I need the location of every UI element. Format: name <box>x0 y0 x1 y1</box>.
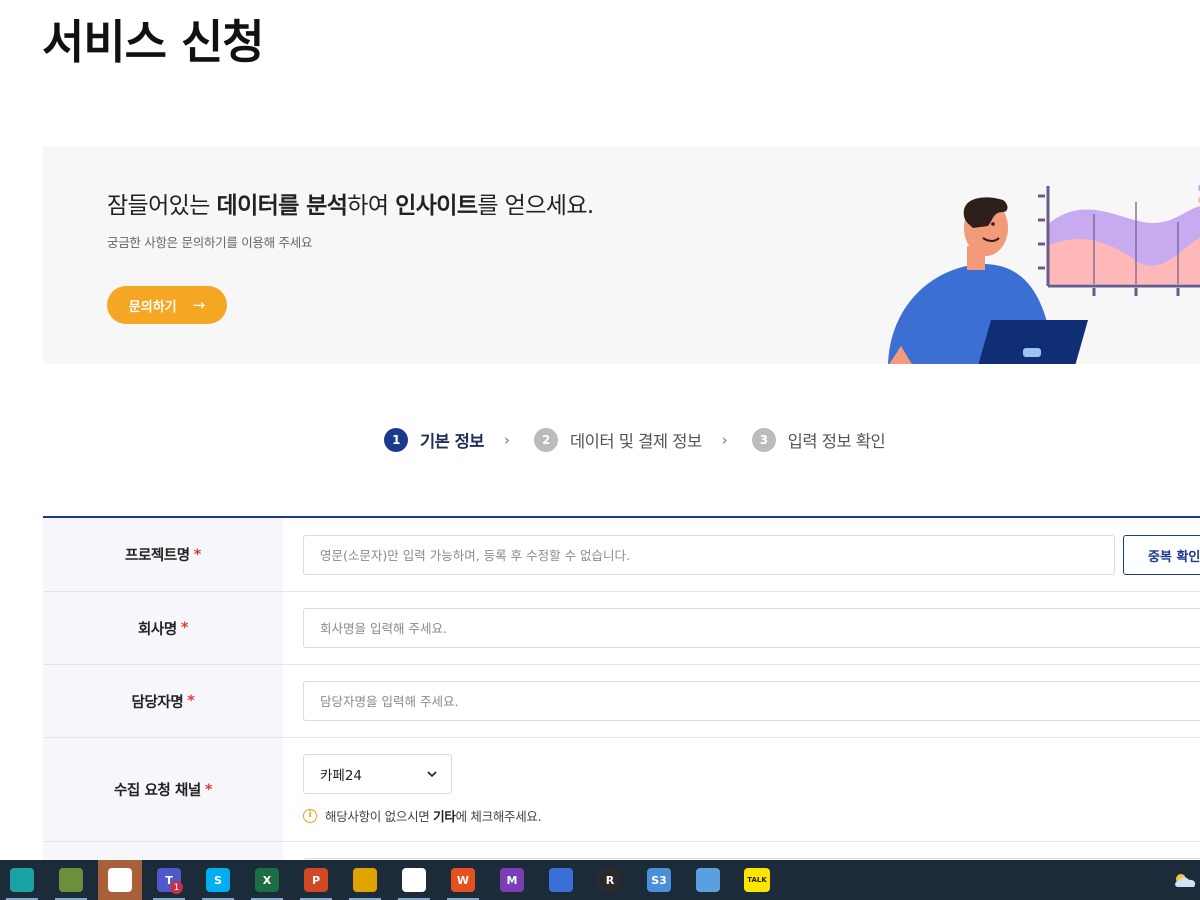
company-name-label: 회사명 <box>137 621 177 638</box>
chart-app-icon <box>353 868 377 892</box>
s3-app-taskbar-button[interactable]: S3 <box>637 860 681 900</box>
form-row-manager: 담당자명 * <box>43 665 1200 738</box>
headline-part: 잠들어있는 <box>107 193 217 219</box>
project-name-input[interactable] <box>303 535 1115 575</box>
required-mark: * <box>193 546 202 563</box>
field-label <box>43 842 283 860</box>
banner-headline: 잠들어있는 데이터를 분석하여 인사이트를 얻으세요. <box>107 186 594 220</box>
s3-app-icon: S3 <box>647 868 671 892</box>
weather-icon[interactable] <box>1170 860 1200 900</box>
headline-part: 를 얻으세요. <box>477 193 594 219</box>
wave-chart-graphic <box>1038 184 1200 296</box>
required-mark: * <box>204 781 213 798</box>
kakaotalk-app-taskbar-button[interactable]: TALK <box>735 860 779 900</box>
edge-app-taskbar-button[interactable] <box>0 860 44 900</box>
step-basic-info: 1 기본 정보 <box>384 428 484 452</box>
application-form: 프로젝트명* 중복 확인 회사명* 담당자명* <box>43 516 1200 860</box>
step-number: 2 <box>533 428 558 452</box>
field-label: 프로젝트명 * <box>43 518 283 591</box>
banner-subtitle: 궁금한 사항은 문의하기를 이용해 주세요 <box>107 235 313 250</box>
step-number: 1 <box>384 428 408 452</box>
slack-app-icon <box>108 868 132 892</box>
manager-name-label: 담당자명 <box>131 694 184 711</box>
page-title: 서비스 신청 <box>42 15 265 69</box>
m-app-taskbar-button[interactable]: M <box>490 860 534 900</box>
step-label: 기본 정보 <box>420 432 484 451</box>
form-row-next <box>43 842 1200 860</box>
promo-banner: 잠들어있는 데이터를 분석하여 인사이트를 얻으세요. 궁금한 사항은 문의하기… <box>43 146 1200 364</box>
form-row-project: 프로젝트명* 중복 확인 <box>43 518 1200 592</box>
duplicate-check-button[interactable]: 중복 확인 <box>1123 535 1200 575</box>
progress-steps: 1 기본 정보 › 2 데이터 및 결제 정보 › 3 입력 정보 확인 <box>384 426 886 454</box>
excel-app-icon: X <box>255 868 279 892</box>
paint-app-icon <box>402 868 426 892</box>
form-row-company: 회사명 * <box>43 592 1200 665</box>
channel-label: 수집 요청 채널 <box>113 783 201 799</box>
paint-app-taskbar-button[interactable] <box>392 860 436 900</box>
hint-text: 해당사항이 없으시면 기타에 체크해주세요. <box>325 806 542 825</box>
step-number: 3 <box>751 428 776 452</box>
field-body <box>283 665 1200 737</box>
powerpoint-app-icon: P <box>304 868 328 892</box>
network-app-icon <box>549 868 573 892</box>
arrow-right-icon: → <box>192 296 206 314</box>
powerpoint-app-taskbar-button[interactable]: P <box>294 860 338 900</box>
headline-bold-part: 데이터를 분석 <box>216 193 348 219</box>
chevron-right-icon: › <box>721 431 728 449</box>
taskbar: T 1 S X P W M R S3 TALK <box>0 860 1200 900</box>
hint-text-bold: 기타 <box>433 809 456 824</box>
teams-app-taskbar-button[interactable]: T1 <box>147 860 191 900</box>
chevron-down-icon <box>427 771 437 777</box>
company-name-input[interactable] <box>303 608 1200 648</box>
step-data-payment: 2 데이터 및 결제 정보 <box>533 428 702 452</box>
chart-app-taskbar-button[interactable] <box>343 860 387 900</box>
field-label: 수집 요청 채널 * <box>43 738 283 841</box>
edge-app-icon <box>10 868 34 892</box>
field-body: 중복 확인 <box>283 518 1200 591</box>
remote-app-icon <box>696 868 720 892</box>
field-body <box>283 592 1200 664</box>
channel-hint: i 해당사항이 없으시면 기타에 체크해주세요. <box>303 806 542 825</box>
skype-app-icon: S <box>206 868 230 892</box>
analyst-illustration <box>888 184 1200 364</box>
required-mark: * <box>187 693 195 709</box>
page: 서비스 신청 잠들어있는 데이터를 분석하여 인사이트를 얻으세요. 궁금한 사… <box>0 0 1200 860</box>
info-icon: i <box>303 808 317 823</box>
headline-bold-part: 인사이트 <box>395 193 478 219</box>
remote-app-taskbar-button[interactable] <box>686 860 730 900</box>
required-mark: * <box>180 620 189 636</box>
w-app-taskbar-button[interactable]: W <box>441 860 485 900</box>
skype-app-taskbar-button[interactable]: S <box>196 860 240 900</box>
hint-text-part: 에 체크해주세요. <box>455 809 542 824</box>
m-app-icon: M <box>500 868 524 892</box>
r-app-icon: R <box>598 868 622 892</box>
notepad-app-icon <box>59 868 83 892</box>
field-label: 담당자명 * <box>43 665 283 737</box>
taskbar-apps: T 1 S X P W M R S3 TALK <box>0 860 784 900</box>
slack-app-taskbar-button[interactable] <box>98 860 142 900</box>
channel-selected-value: 카페24 <box>320 768 363 784</box>
project-name-label: 프로젝트명 <box>125 548 190 564</box>
inquiry-button[interactable]: 문의하기 → <box>107 286 227 324</box>
inquiry-button-label: 문의하기 <box>128 299 177 315</box>
notepad-app-taskbar-button[interactable] <box>49 860 93 900</box>
network-app-taskbar-button[interactable] <box>539 860 583 900</box>
manager-name-input[interactable] <box>303 681 1200 721</box>
channel-select[interactable]: 카페24 <box>303 754 452 794</box>
w-app-icon: W <box>451 868 475 892</box>
kakaotalk-app-icon: TALK <box>744 868 770 892</box>
excel-app-taskbar-button[interactable]: X <box>245 860 289 900</box>
step-confirm: 3 입력 정보 확인 <box>751 428 886 452</box>
form-row-channel: 수집 요청 채널 * 카페24 i 해당사항이 없으시면 기타에 체크해주세요. <box>43 738 1200 842</box>
chevron-right-icon: › <box>503 431 510 449</box>
hint-text-part: 해당사항이 없으시면 <box>325 809 434 824</box>
step-label: 데이터 및 결제 정보 <box>569 432 702 451</box>
field-body: 카페24 i 해당사항이 없으시면 기타에 체크해주세요. <box>283 738 1200 841</box>
r-app-taskbar-button[interactable]: R <box>588 860 632 900</box>
field-label: 회사명 * <box>43 592 283 664</box>
field-body <box>283 842 1200 860</box>
step-label: 입력 정보 확인 <box>787 432 886 451</box>
notification-badge: 1 <box>170 881 183 894</box>
headline-part: 하여 <box>347 193 396 219</box>
